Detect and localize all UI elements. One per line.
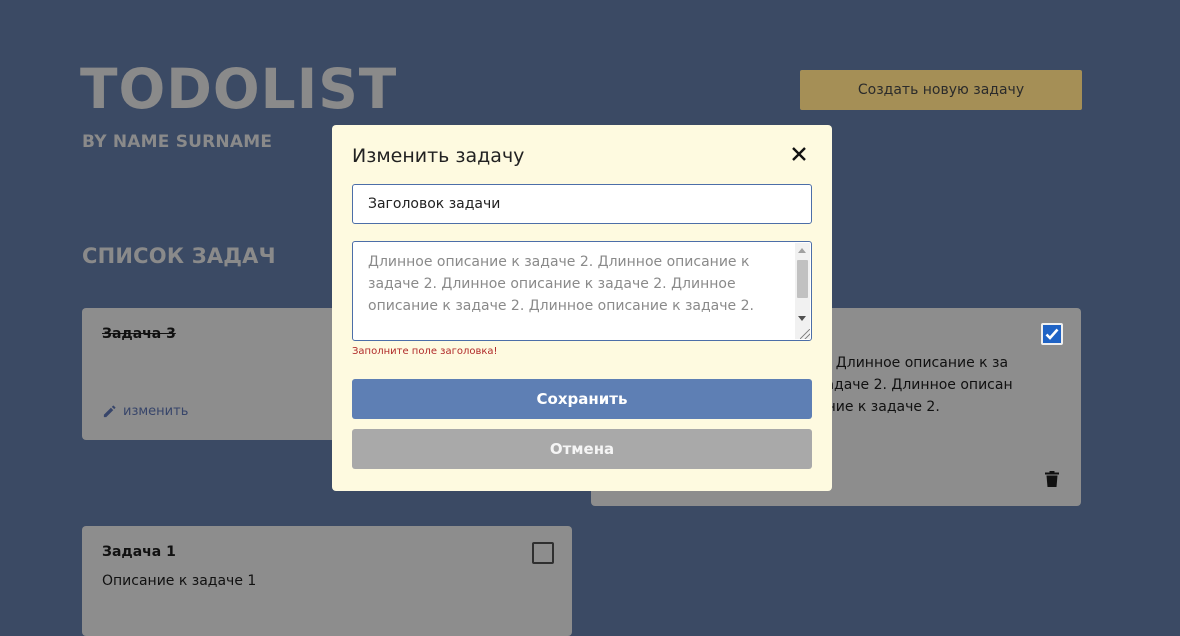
task-title-input[interactable] xyxy=(352,184,812,224)
task-description: Описание к задаче 1 xyxy=(102,573,257,589)
title-error-message: Заполните поле заголовка! xyxy=(352,346,498,357)
textarea-scrollbar[interactable] xyxy=(795,243,810,339)
task-description-text: Длинное описание к задаче 2. Длинное опи… xyxy=(368,254,754,314)
scroll-up-arrow[interactable] xyxy=(798,248,806,253)
scroll-down-arrow[interactable] xyxy=(798,316,806,321)
modal-title: Изменить задачу xyxy=(352,145,525,167)
trash-icon[interactable] xyxy=(1045,471,1059,487)
task-checkbox-checked[interactable] xyxy=(1041,323,1063,345)
section-title: СПИСОК ЗАДАЧ xyxy=(82,244,276,268)
app-title: TODOLIST xyxy=(80,57,398,121)
cancel-button[interactable]: Отмена xyxy=(352,429,812,469)
task-title: Задача 1 xyxy=(102,544,176,560)
close-icon xyxy=(792,147,806,161)
edit-task-label: изменить xyxy=(123,404,189,419)
scroll-thumb[interactable] xyxy=(797,260,808,298)
close-modal-button[interactable] xyxy=(788,143,810,165)
create-task-button[interactable]: Создать новую задачу xyxy=(800,70,1082,110)
edit-task-modal: Изменить задачу Длинное описание к задач… xyxy=(332,125,832,491)
pencil-icon xyxy=(103,405,116,418)
resize-grip[interactable] xyxy=(800,329,810,339)
checkmark-icon xyxy=(1045,328,1059,340)
save-button[interactable]: Сохранить xyxy=(352,379,812,419)
task-description-textarea[interactable]: Длинное описание к задаче 2. Длинное опи… xyxy=(352,241,812,341)
task-description: 2. Длинное описание к за задаче 2. Длинн… xyxy=(818,355,1013,415)
task-checkbox[interactable] xyxy=(532,542,554,564)
edit-task-link[interactable]: изменить xyxy=(102,404,188,419)
task-title: Задача 3 xyxy=(102,326,176,342)
app-subtitle: BY NAME SURNAME xyxy=(82,132,273,152)
